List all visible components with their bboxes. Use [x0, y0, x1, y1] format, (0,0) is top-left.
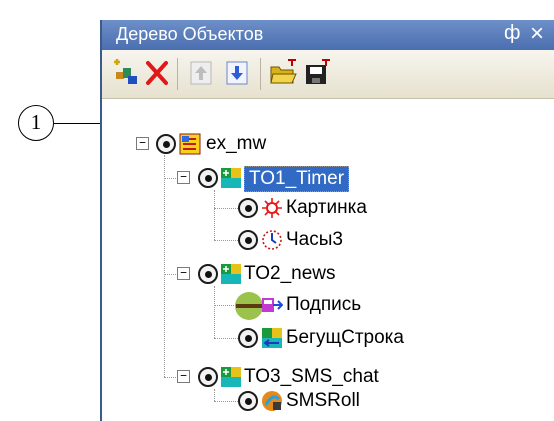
tree-node-label[interactable]: ex_mw [206, 132, 266, 156]
tree-node-to2-news[interactable]: − TO2_news [102, 262, 402, 286]
template-object-icon [221, 168, 241, 188]
visibility-eye-icon[interactable] [198, 367, 218, 387]
visibility-eye-icon[interactable] [238, 230, 258, 250]
clock-icon [262, 230, 282, 250]
tree-node-label[interactable]: TO3_SMS_chat [244, 365, 379, 389]
collapse-toggle[interactable]: − [177, 171, 190, 184]
visibility-eye-icon[interactable] [238, 198, 258, 218]
template-object-icon [221, 264, 241, 284]
tree-node-label[interactable]: Подпись [286, 293, 361, 317]
panel-titlebar: Дерево Объектов ф × [102, 20, 554, 50]
tree-node-smsroll[interactable]: SMSRoll [102, 389, 402, 413]
collapse-toggle[interactable]: − [177, 370, 190, 383]
visibility-eye-icon[interactable] [198, 168, 218, 188]
open-folder-icon[interactable] [268, 58, 298, 88]
sms-roll-icon [262, 391, 282, 411]
close-icon[interactable]: × [530, 20, 544, 48]
tree-node-label[interactable]: TO1_Timer [244, 166, 350, 192]
object-tree: − ex_mw − TO1_Timer Картинка Часы3 − TO2… [102, 98, 554, 421]
toolbar [102, 50, 554, 99]
visibility-eye-icon[interactable] [198, 264, 218, 284]
template-object-icon [221, 367, 241, 387]
add-object-icon[interactable] [110, 58, 140, 88]
visibility-eye-icon[interactable] [238, 391, 258, 411]
tree-node-chasy3[interactable]: Часы3 [102, 228, 402, 252]
tree-node-label[interactable]: Картинка [286, 196, 367, 220]
tree-node-label[interactable]: TO2_news [244, 262, 336, 286]
callout-1: 1 [18, 105, 54, 141]
tree-node-to1-timer[interactable]: − TO1_Timer [102, 166, 402, 192]
tree-node-ex-mw[interactable]: − ex_mw [102, 132, 362, 156]
ticker-icon [262, 328, 282, 348]
panel-title: Дерево Объектов [116, 24, 264, 44]
tree-node-podpis[interactable]: Подпись [102, 292, 402, 320]
collapse-toggle[interactable]: − [136, 137, 149, 150]
save-icon[interactable] [302, 58, 332, 88]
toolbar-separator [177, 58, 178, 90]
move-up-icon[interactable] [186, 58, 216, 88]
toolbar-separator [260, 58, 261, 90]
object-tree-panel: Дерево Объектов ф × − ex_mw − TO1_Timer … [100, 20, 554, 421]
tree-node-label[interactable]: Часы3 [286, 228, 343, 252]
move-down-icon[interactable] [222, 58, 252, 88]
tree-node-kartinka[interactable]: Картинка [102, 196, 402, 220]
pin-icon[interactable]: ф [504, 22, 520, 45]
tree-node-label[interactable]: БегущСтрока [286, 326, 404, 350]
tree-node-begushchstroka[interactable]: БегущСтрока [102, 326, 422, 350]
collapse-toggle[interactable]: − [177, 267, 190, 280]
caption-icon [262, 298, 283, 312]
visibility-eye-icon[interactable] [156, 134, 176, 154]
project-icon [179, 133, 201, 155]
tree-node-label[interactable]: SMSRoll [286, 389, 360, 413]
picture-sun-icon [262, 198, 282, 218]
delete-icon[interactable] [142, 58, 172, 88]
tree-node-to3-sms-chat[interactable]: − TO3_SMS_chat [102, 365, 422, 389]
hidden-state-icon[interactable] [234, 291, 264, 321]
visibility-eye-icon[interactable] [238, 328, 258, 348]
